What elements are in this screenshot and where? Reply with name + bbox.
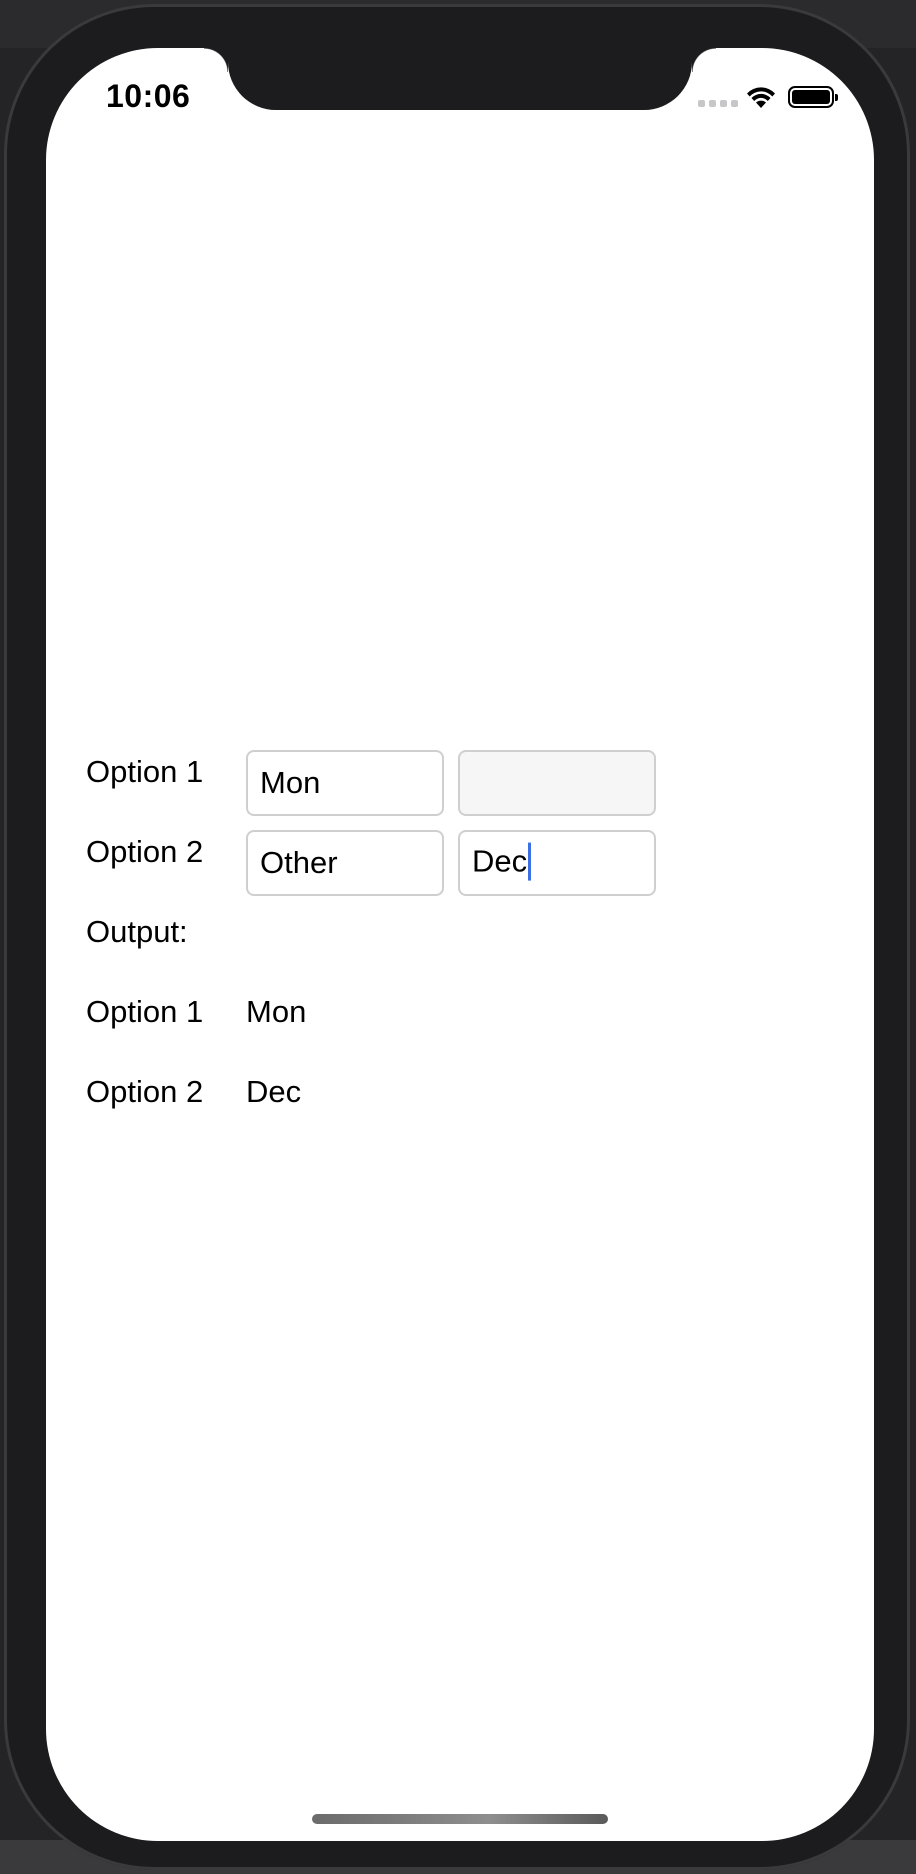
option-2-field-a[interactable]: Other — [246, 830, 444, 896]
option-1-field-a[interactable]: Mon — [246, 750, 444, 816]
option-1-field-b[interactable] — [458, 750, 656, 816]
output-option-1-label: Option 1 — [86, 994, 204, 1029]
option-2-field-b-value: Dec — [472, 843, 528, 879]
option-2-label: Option 2 — [86, 834, 204, 869]
text-cursor — [528, 842, 532, 881]
option-1-field-a-value: Mon — [260, 765, 321, 800]
status-bar-time: 10:06 — [106, 78, 191, 114]
device-frame: 10:06 Option 1 Mon Option 2 Other Dec Ou… — [4, 4, 910, 1870]
output-option-1-value: Mon — [246, 994, 307, 1029]
output-heading: Output: — [86, 914, 188, 949]
option-1-label: Option 1 — [86, 754, 204, 789]
cellular-signal-icon — [698, 100, 738, 107]
battery-icon — [788, 86, 838, 108]
option-2-field-a-value: Other — [260, 845, 338, 880]
option-2-field-b-content: Dec — [472, 842, 532, 883]
home-indicator[interactable] — [312, 1814, 608, 1824]
device-screen: 10:06 Option 1 Mon Option 2 Other Dec Ou… — [46, 48, 874, 1841]
wifi-icon — [747, 87, 775, 108]
output-option-2-value: Dec — [246, 1074, 302, 1109]
device-notch — [204, 48, 716, 110]
output-option-2-label: Option 2 — [86, 1074, 204, 1109]
option-2-field-b[interactable]: Dec — [458, 830, 656, 896]
